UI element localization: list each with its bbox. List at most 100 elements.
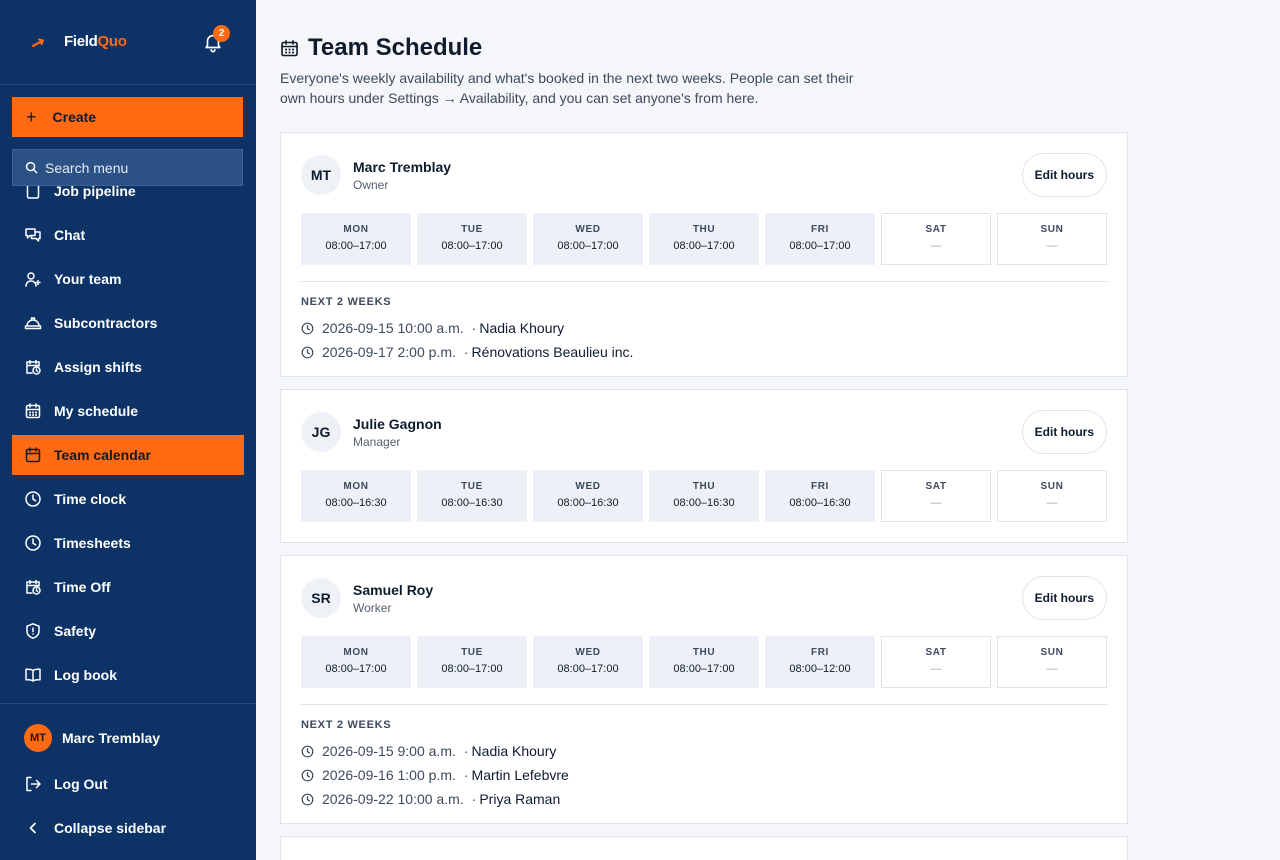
day-label: TUE	[461, 647, 483, 658]
day-hours: 08:00–16:30	[789, 497, 851, 509]
shield-icon	[24, 622, 42, 640]
day-cell: WED 08:00–16:30	[533, 470, 643, 522]
clipboard-icon	[24, 186, 42, 200]
day-hours: 08:00–17:00	[789, 240, 851, 252]
day-hours: 08:00–17:00	[557, 663, 619, 675]
sidebar-item-team-calendar[interactable]: Team calendar	[12, 435, 244, 475]
day-label: THU	[692, 647, 716, 658]
sidebar-item-time-clock[interactable]: Time clock	[0, 477, 256, 521]
brand-name-part2: Quo	[97, 33, 127, 50]
calendar-icon	[24, 446, 42, 464]
brand-logo-icon	[31, 38, 44, 48]
plus-icon: +	[26, 107, 37, 127]
person-name: Marc Tremblay	[353, 159, 452, 175]
day-hours: —	[1046, 497, 1058, 509]
sidebar-item-label: Assign shifts	[54, 359, 142, 375]
person-card: MT Marc Tremblay Owner Edit hours MON 08:…	[280, 132, 1128, 377]
search-menu-input[interactable]	[45, 159, 235, 176]
hardhat-icon	[24, 314, 42, 332]
person-role: Worker	[353, 601, 392, 615]
sidebar-item-timesheets[interactable]: Timesheets	[0, 521, 256, 565]
day-cell: THU 08:00–17:00	[649, 213, 759, 265]
day-cell: TUE 08:00–17:00	[417, 636, 527, 688]
person-role: Manager	[353, 435, 401, 449]
sidebar-item-chat[interactable]: Chat	[0, 213, 256, 257]
calendar-grid-icon	[24, 402, 42, 420]
day-hours: —	[1046, 240, 1058, 252]
day-label: MON	[343, 647, 369, 658]
booking-client: Rénovations Beaulieu inc.	[471, 344, 634, 360]
edit-hours-button[interactable]: Edit hours	[1021, 153, 1107, 197]
booking-item: 2026-09-17 2:00 p.m. · Rénovations Beaul…	[301, 340, 1107, 364]
sidebar-nav: Job pipeline Chat Your team Subcontracto…	[0, 186, 256, 702]
main-content: Team Schedule Everyone's weekly availabi…	[256, 0, 1280, 860]
day-hours: —	[930, 663, 942, 675]
day-hours: —	[930, 240, 942, 252]
sidebar-item-my-schedule[interactable]: My schedule	[0, 389, 256, 433]
weekly-hours: MON 08:00–16:30 TUE 08:00–16:30 WED 08:00–1…	[301, 470, 1107, 542]
brand-name-part1: Field	[64, 33, 98, 50]
booking-item: 2026-09-16 1:00 p.m. · Martin Lefebvre	[301, 763, 1107, 787]
day-cell: WED 08:00–17:00	[533, 636, 643, 688]
day-hours: —	[930, 497, 942, 509]
day-label: WED	[575, 481, 601, 492]
day-label: SAT	[925, 481, 947, 492]
sidebar-item-time-off[interactable]: Time Off	[0, 565, 256, 609]
day-label: SUN	[1040, 481, 1064, 492]
day-label: FRI	[811, 224, 829, 235]
clock-icon	[301, 745, 314, 758]
booking-time: 2026-09-16 1:00 p.m.	[322, 767, 456, 783]
page-title: Team Schedule	[280, 34, 482, 62]
avatar: MT	[24, 724, 52, 752]
day-label: FRI	[811, 647, 829, 658]
day-hours: 08:00–17:00	[441, 240, 503, 252]
separator: ·	[463, 743, 469, 759]
person-name: Samuel Roy	[353, 582, 434, 598]
avatar: JG	[301, 412, 341, 452]
sidebar-item-log-book[interactable]: Log book	[0, 653, 256, 697]
user-name: Marc Tremblay	[62, 730, 161, 746]
day-label: MON	[343, 481, 369, 492]
day-hours: 08:00–16:30	[441, 497, 503, 509]
next-two-weeks: NEXT 2 WEEKS 2026-09-15 9:00 a.m. · Nadi…	[301, 704, 1107, 823]
brand-name[interactable]: FieldQuo	[64, 33, 127, 50]
calendar-clock-icon	[24, 578, 42, 596]
logout-button[interactable]: Log Out	[24, 775, 108, 793]
day-hours: 08:00–12:00	[789, 663, 851, 675]
logout-icon	[24, 775, 42, 793]
search-icon	[25, 161, 38, 174]
sidebar-item-assign-shifts[interactable]: Assign shifts	[0, 345, 256, 389]
separator: ·	[463, 344, 469, 360]
clock-icon	[301, 793, 314, 806]
sidebar-item-job-pipeline[interactable]: Job pipeline	[0, 186, 256, 213]
create-button[interactable]: + Create	[12, 97, 243, 137]
sidebar-item-your-team[interactable]: Your team	[0, 257, 256, 301]
booking-time: 2026-09-17 2:00 p.m.	[322, 344, 456, 360]
edit-hours-button[interactable]: Edit hours	[1021, 410, 1107, 454]
calendar-clock-icon	[24, 358, 42, 376]
sidebar-item-safety[interactable]: Safety	[0, 609, 256, 653]
person-name: Julie Gagnon	[353, 416, 442, 432]
booking-item: 2026-09-15 10:00 a.m. · Nadia Khoury	[301, 316, 1107, 340]
booking-item: 2026-09-22 10:00 a.m. · Priya Raman	[301, 787, 1107, 811]
collapse-sidebar-button[interactable]: Collapse sidebar	[24, 819, 166, 837]
day-hours: —	[1046, 663, 1058, 675]
day-cell: TUE 08:00–17:00	[417, 213, 527, 265]
edit-hours-button[interactable]: Edit hours	[1021, 576, 1107, 620]
separator: ·	[463, 767, 469, 783]
brand-row: FieldQuo 2	[0, 0, 256, 85]
avatar: SR	[301, 578, 341, 618]
day-label: MON	[343, 224, 369, 235]
sidebar-user[interactable]: MT Marc Tremblay	[24, 724, 160, 752]
sidebar-item-subcontractors[interactable]: Subcontractors	[0, 301, 256, 345]
clock-icon	[301, 769, 314, 782]
day-hours: 08:00–16:30	[325, 497, 387, 509]
calendar-icon	[280, 39, 299, 58]
weekly-hours: MON 08:00–17:00 TUE 08:00–17:00 WED 08:00–1…	[301, 636, 1107, 704]
sidebar-item-label: Time Off	[54, 579, 111, 595]
booking-time: 2026-09-22 10:00 a.m.	[322, 791, 464, 807]
sidebar-item-label: Log book	[54, 667, 117, 683]
sidebar-item-label: Your team	[54, 271, 122, 287]
booking-client: Nadia Khoury	[479, 320, 565, 336]
sidebar-item-label: Job pipeline	[54, 186, 136, 199]
